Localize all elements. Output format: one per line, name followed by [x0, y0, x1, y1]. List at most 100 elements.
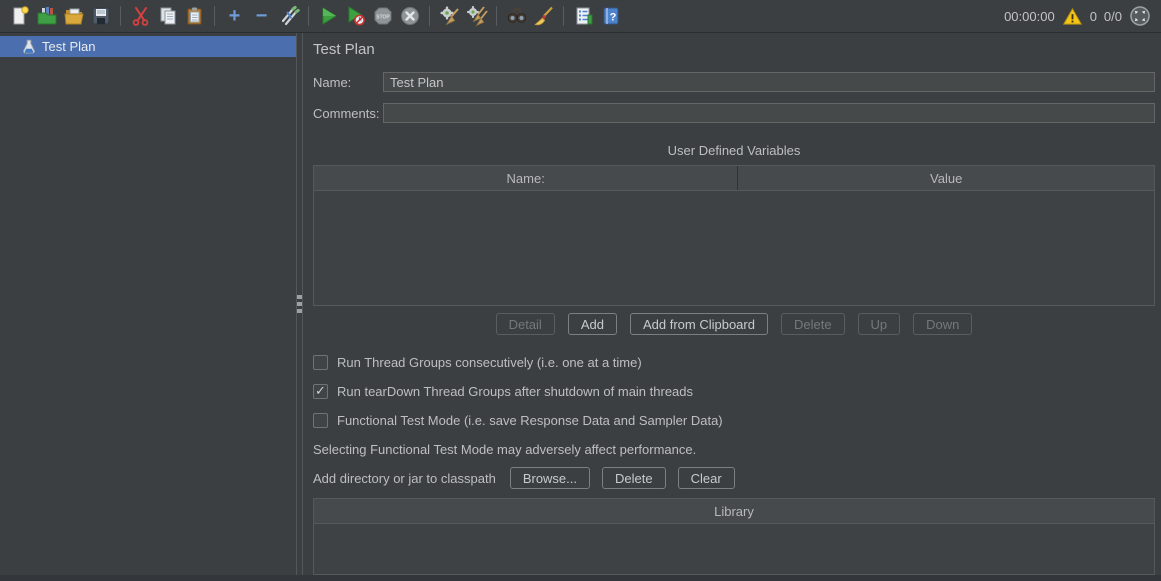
help-button[interactable]: ?	[597, 3, 624, 30]
clear-all-button[interactable]	[463, 3, 490, 30]
new-file-icon	[9, 5, 31, 27]
add-button[interactable]: Add	[568, 313, 617, 335]
toolbar-separator	[563, 6, 564, 26]
run-options: ✓ Run Thread Groups consecutively (i.e. …	[313, 355, 1155, 442]
test-plan-tree: Test Plan	[0, 33, 296, 575]
cut-icon	[130, 5, 152, 27]
toolbar-separator	[429, 6, 430, 26]
up-button[interactable]: Up	[858, 313, 901, 335]
library-table: Library	[313, 498, 1155, 575]
udv-button-row: Detail Add Add from Clipboard Delete Up …	[313, 313, 1155, 335]
save-button[interactable]	[87, 3, 114, 30]
thread-counts: 0/0	[1104, 9, 1122, 24]
splitter-grip-dot	[297, 309, 302, 313]
comments-input[interactable]	[383, 103, 1155, 123]
toolbar-status: 00:00:00 0 0/0	[1004, 5, 1151, 27]
svg-text:?: ?	[609, 12, 616, 24]
clear-button[interactable]	[436, 3, 463, 30]
save-icon	[90, 5, 112, 27]
cut-button[interactable]	[127, 3, 154, 30]
reset-search-icon	[533, 5, 555, 27]
start-button[interactable]	[315, 3, 342, 30]
clear-all-icon	[466, 5, 488, 27]
clear-icon	[439, 5, 461, 27]
function-helper-button[interactable]	[570, 3, 597, 30]
paste-icon	[184, 5, 206, 27]
udv-title: User Defined Variables	[313, 143, 1155, 158]
start-no-pauses-button[interactable]	[342, 3, 369, 30]
classpath-delete-button[interactable]: Delete	[602, 467, 666, 489]
udv-table-body[interactable]	[314, 191, 1154, 305]
reset-search-button[interactable]	[530, 3, 557, 30]
udv-table: Name: Value	[313, 165, 1155, 306]
shutdown-icon	[399, 5, 421, 27]
run-consecutively-checkbox[interactable]: ✓	[313, 355, 328, 370]
svg-text:STOP: STOP	[376, 15, 390, 21]
toolbar: + − STOP ? 00:00:00 0 0/0	[0, 0, 1161, 33]
open-file-button[interactable]	[60, 3, 87, 30]
browse-button[interactable]: Browse...	[510, 467, 590, 489]
start-icon	[318, 5, 340, 27]
name-row: Name:	[313, 72, 1155, 92]
comments-row: Comments:	[313, 103, 1155, 123]
toggle-button[interactable]	[275, 3, 302, 30]
open-file-icon	[63, 5, 85, 27]
copy-button[interactable]	[154, 3, 181, 30]
search-button[interactable]	[503, 3, 530, 30]
copy-icon	[157, 5, 179, 27]
splitter-grip-dot	[297, 302, 302, 306]
classpath-row: Add directory or jar to classpath Browse…	[313, 467, 1155, 489]
option-label: Run tearDown Thread Groups after shutdow…	[337, 384, 693, 399]
library-column-header[interactable]: Library	[314, 499, 1154, 523]
window-bottom-edge	[0, 575, 1161, 581]
toolbar-separator	[120, 6, 121, 26]
function-helper-icon	[573, 5, 595, 27]
udv-column-value[interactable]: Value	[737, 166, 1154, 190]
toolbar-separator	[496, 6, 497, 26]
tree-node-test-plan[interactable]: Test Plan	[0, 36, 296, 57]
page-title: Test Plan	[313, 41, 1155, 58]
run-teardown-checkbox[interactable]: ✓	[313, 384, 328, 399]
warning-icon	[1062, 6, 1083, 27]
add-element-button[interactable]: +	[221, 3, 248, 30]
templates-button[interactable]	[33, 3, 60, 30]
functional-mode-note: Selecting Functional Test Mode may adver…	[313, 442, 1155, 457]
delete-button[interactable]: Delete	[781, 313, 845, 335]
templates-icon	[36, 5, 58, 27]
splitter-grip-dot	[297, 295, 302, 299]
test-plan-panel: Test Plan Name: Comments: User Defined V…	[303, 33, 1161, 575]
detail-button[interactable]: Detail	[496, 313, 555, 335]
new-file-button[interactable]	[6, 3, 33, 30]
shutdown-button[interactable]	[396, 3, 423, 30]
down-button[interactable]: Down	[913, 313, 972, 335]
elapsed-timer: 00:00:00	[1004, 9, 1055, 24]
stop-icon: STOP	[372, 5, 394, 27]
functional-mode-checkbox[interactable]: ✓	[313, 413, 328, 428]
comments-label: Comments:	[313, 106, 383, 121]
minus-icon: −	[256, 6, 268, 26]
tree-main-splitter[interactable]	[296, 33, 303, 575]
option-label: Functional Test Mode (i.e. save Response…	[337, 413, 723, 428]
toggle-icon	[278, 5, 300, 27]
threads-indicator-icon	[1129, 5, 1151, 27]
help-icon: ?	[600, 5, 622, 27]
toolbar-separator	[214, 6, 215, 26]
library-table-body[interactable]	[314, 524, 1154, 574]
log-errors-button[interactable]	[1062, 6, 1083, 27]
checkmark: ✓	[315, 383, 326, 399]
tree-node-label: Test Plan	[42, 39, 95, 54]
udv-column-name[interactable]: Name:	[314, 166, 737, 190]
stop-button[interactable]: STOP	[369, 3, 396, 30]
option-label: Run Thread Groups consecutively (i.e. on…	[337, 355, 642, 370]
add-from-clipboard-button[interactable]: Add from Clipboard	[630, 313, 768, 335]
option-run-teardown[interactable]: ✓ Run tearDown Thread Groups after shutd…	[313, 384, 1155, 399]
option-run-consecutively[interactable]: ✓ Run Thread Groups consecutively (i.e. …	[313, 355, 1155, 370]
remove-element-button[interactable]: −	[248, 3, 275, 30]
classpath-clear-button[interactable]: Clear	[678, 467, 735, 489]
option-functional-mode[interactable]: ✓ Functional Test Mode (i.e. save Respon…	[313, 413, 1155, 428]
name-input[interactable]	[383, 72, 1155, 92]
test-plan-flask-icon	[21, 39, 37, 55]
start-no-pauses-icon	[345, 5, 367, 27]
paste-button[interactable]	[181, 3, 208, 30]
warning-count: 0	[1090, 9, 1097, 24]
